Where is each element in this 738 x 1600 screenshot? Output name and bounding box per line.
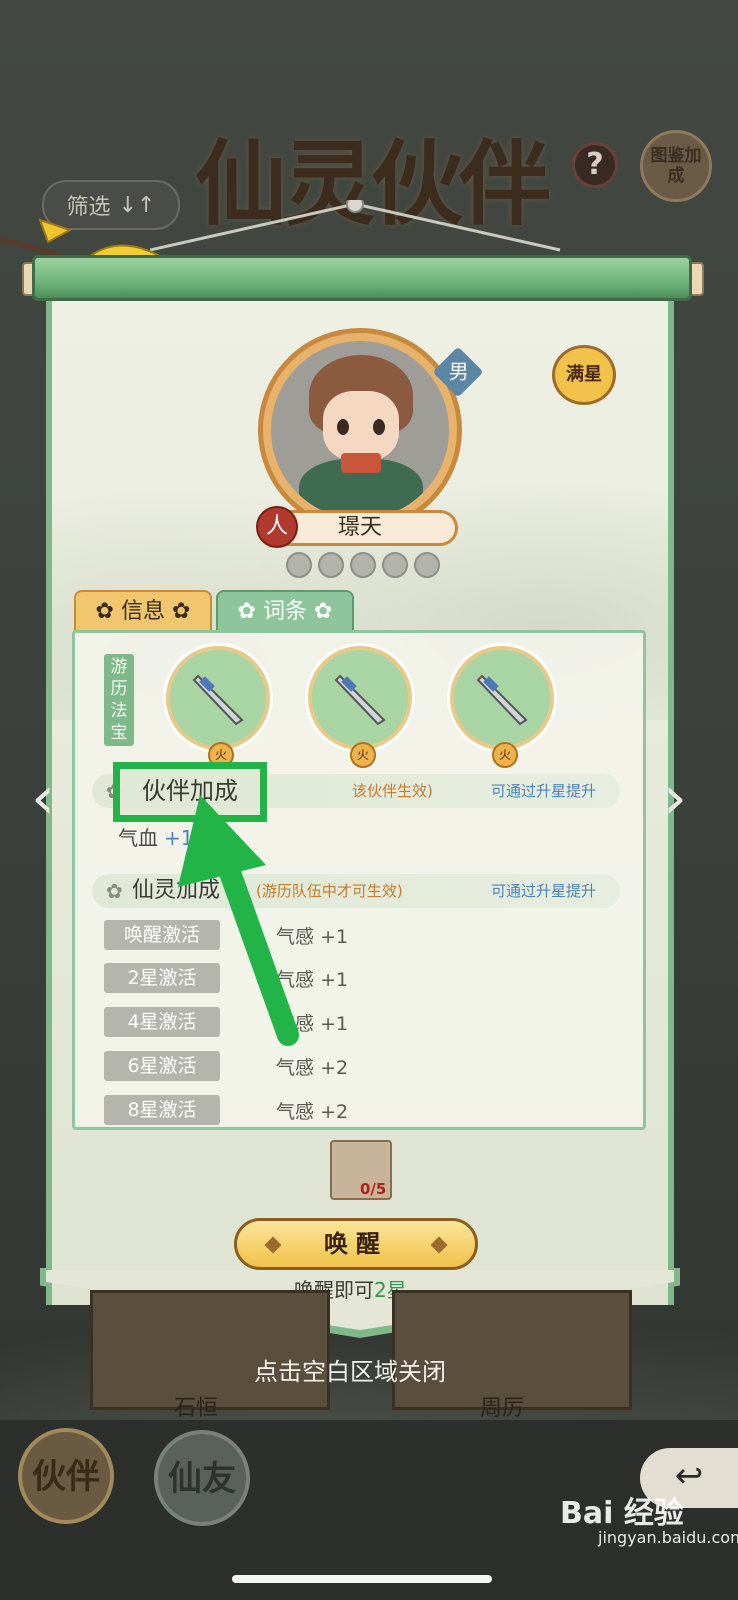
help-button[interactable]: ? <box>572 142 618 188</box>
awaken-label: 唤醒 <box>324 1230 388 1258</box>
avatar-eye <box>373 419 385 435</box>
flower-icon: ✿ <box>106 879 123 903</box>
treasure-slot[interactable]: 火 <box>166 646 270 768</box>
codex-bonus-button[interactable]: 图鉴加成 <box>640 130 712 202</box>
baidu-watermark-url: jingyan.baidu.com <box>598 1528 738 1547</box>
sword-icon <box>334 674 386 726</box>
background-card-name: 石恒 <box>174 1396 219 1421</box>
treasure-badge: 火 <box>492 742 518 768</box>
diamond-icon <box>430 1236 448 1254</box>
activation-amount: +2 <box>320 1100 349 1123</box>
sword-icon <box>476 674 528 726</box>
bottom-tab-partner[interactable]: 伙伴 <box>18 1428 114 1524</box>
travel-treasure-label: 游历法宝 <box>104 654 134 746</box>
spirit-bonus-hint: 可通过升星提升 <box>490 882 596 900</box>
star-empty-icon <box>382 552 408 578</box>
stat-label: 气血 <box>118 826 158 850</box>
background-card-name: 周厉 <box>480 1396 525 1421</box>
partner-bonus-note: 该伙伴生效) <box>352 782 433 800</box>
star-empty-icon <box>318 552 344 578</box>
treasure-slot[interactable]: 火 <box>308 646 412 768</box>
activation-value: 气感 +2 <box>276 1097 348 1124</box>
activation-tag: 6星激活 <box>104 1051 220 1081</box>
tab-terms-label: 词条 <box>262 599 307 624</box>
scroll-top-bar <box>32 255 692 301</box>
activation-amount: +2 <box>320 1056 349 1079</box>
close-hint[interactable]: 点击空白区域关闭 <box>254 1352 446 1387</box>
race-badge: 人 <box>256 506 298 548</box>
avatar-face <box>323 391 399 461</box>
bottom-tab-friend[interactable]: 仙友 <box>154 1430 250 1526</box>
avatar-portrait <box>271 341 449 519</box>
activation-stat: 气感 <box>276 1100 315 1123</box>
star-empty-icon <box>414 552 440 578</box>
green-arrow-annotation <box>178 795 299 1046</box>
avatar-eye <box>337 419 349 435</box>
awaken-button[interactable]: 唤醒 <box>234 1218 478 1270</box>
max-star-badge: 满星 <box>552 345 616 405</box>
activation-row: 8星激活 气感 +2 <box>104 1093 348 1127</box>
home-indicator[interactable] <box>232 1575 492 1583</box>
baidu-watermark: Bai 经验 <box>560 1496 684 1531</box>
prev-partner-arrow-icon[interactable]: ‹ <box>22 768 64 832</box>
partner-avatar[interactable] <box>258 328 462 532</box>
diamond-icon <box>264 1236 282 1254</box>
activation-value: 气感 +2 <box>276 1053 348 1080</box>
tab-terms[interactable]: ✿ 词条 ✿ <box>216 590 354 632</box>
avatar-collar <box>341 453 381 473</box>
shard-count: 0/5 <box>360 1180 387 1198</box>
activation-amount: +1 <box>320 925 349 948</box>
partner-bonus-hint: 可通过升星提升 <box>490 782 596 800</box>
tab-info[interactable]: ✿ 信息 ✿ <box>74 590 212 632</box>
treasure-badge: 火 <box>350 742 376 768</box>
star-empty-icon <box>286 552 312 578</box>
star-empty-icon <box>350 552 376 578</box>
next-partner-arrow-icon[interactable]: › <box>654 768 696 832</box>
star-rating <box>286 552 440 578</box>
activation-tag: 8星激活 <box>104 1095 220 1125</box>
treasure-slot[interactable]: 火 <box>450 646 554 768</box>
activation-stat: 气感 <box>276 1056 315 1079</box>
sword-icon <box>192 674 244 726</box>
scroll-hanging-rope <box>150 200 561 252</box>
gender-label: 男 <box>448 359 469 384</box>
activation-amount: +1 <box>320 968 349 991</box>
activation-amount: +1 <box>320 1012 349 1035</box>
tab-info-label: 信息 <box>120 599 165 624</box>
